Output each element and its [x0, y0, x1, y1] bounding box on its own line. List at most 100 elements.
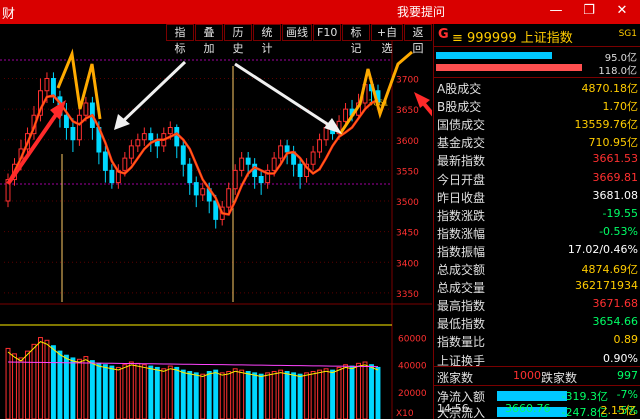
volume-bar: [25, 350, 30, 419]
volume-ma-line: [7, 341, 379, 377]
candle-body: [310, 151, 316, 165]
quote-panel: G ≡ 999999 上证指数 SG1 95.0亿 118.0亿 A股成交 487…: [433, 24, 640, 419]
volume-bar: [330, 369, 336, 419]
stat-label: 指数量比: [437, 335, 486, 350]
breadth-row: 涨家数 1000 跌家数 997: [437, 369, 638, 385]
help-link[interactable]: 我要提问: [397, 3, 445, 20]
volume-bar: [245, 371, 251, 419]
price-tick-label: 3700: [396, 76, 419, 86]
up-count-value: 1000: [513, 369, 541, 382]
quote-header: G ≡ 999999 上证指数 SG1: [434, 24, 640, 46]
candle-body: [70, 127, 76, 141]
volume-bar: [284, 371, 290, 419]
stat-label: B股成交: [437, 100, 482, 115]
candle-body: [148, 133, 154, 141]
candle-body: [278, 145, 284, 159]
candle-body: [317, 139, 323, 153]
volume-bar: [31, 343, 37, 419]
candlestick-chart[interactable]: 3700365036003550350034503400335036616000…: [0, 24, 468, 419]
annotation-arrow-red-right: [418, 97, 468, 156]
volume-bar: [375, 366, 381, 419]
stat-value: 3661.53: [592, 152, 639, 166]
index-code-name[interactable]: ≡ 999999 上证指数: [452, 27, 573, 46]
volume-bar: [271, 371, 277, 419]
sell-volume-value: 118.0亿: [598, 66, 637, 77]
stat-value: 4874.69亿: [581, 263, 639, 276]
sell-volume-bar: [436, 64, 582, 71]
volume-bar: [83, 356, 89, 419]
price-tick-label: 3400: [396, 259, 419, 269]
toolbar-f10-button[interactable]: F10: [313, 24, 341, 41]
toolbar-mark-button[interactable]: 标记: [342, 24, 370, 55]
volume-bar: [109, 365, 115, 419]
tick-time: 14:56: [437, 402, 469, 415]
volume-bar: [200, 373, 206, 419]
stat-value: -0.53%: [599, 224, 638, 238]
minimize-icon[interactable]: —: [547, 2, 565, 20]
app-title: 财: [2, 7, 16, 22]
stat-value: 1.70亿: [602, 100, 639, 114]
volume-bar: [258, 373, 264, 419]
volume-bar: [206, 371, 212, 419]
volume-bar: [226, 371, 232, 419]
candle-body: [128, 145, 134, 159]
stat-row: 最高指数 3671.68: [437, 297, 639, 313]
divider: [434, 46, 640, 47]
stat-label: 基金成交: [437, 136, 486, 151]
annotation-arrow-white-left: [118, 60, 187, 126]
volume-bar: [96, 362, 102, 419]
stat-value: -19.55: [602, 206, 638, 220]
stat-value: 3654.66: [592, 315, 639, 329]
stat-value: 3671.68: [592, 297, 639, 311]
stat-row: 上证换手 0.90%: [437, 352, 638, 368]
volume-bar: [63, 354, 69, 419]
candle-body: [44, 78, 50, 92]
toolbar-overlay-button[interactable]: 叠加: [195, 24, 223, 55]
candle-body: [180, 145, 186, 165]
stat-row: A股成交 4870.18亿: [437, 80, 639, 96]
volume-bar: [317, 369, 323, 419]
volume-tick-label: 60000: [398, 335, 427, 345]
stat-label: 总成交额: [437, 263, 486, 277]
volume-bar: [180, 369, 186, 419]
volume-bar: [187, 371, 193, 419]
volume-bar: [148, 365, 154, 419]
price-tick-label: 3500: [396, 198, 419, 208]
volume-bar: [102, 364, 108, 419]
restore-icon[interactable]: ❐: [580, 2, 598, 20]
candle-body: [271, 157, 277, 171]
toolbar-history-button[interactable]: 历史: [224, 24, 252, 55]
volume-bar: [369, 364, 374, 419]
volume-bar: [356, 362, 361, 419]
candle-body: [297, 163, 303, 177]
price-tick-label: 3550: [396, 167, 419, 177]
toolbar-stats-button[interactable]: 统计: [253, 24, 281, 55]
volume-bar: [50, 345, 56, 419]
toolbar-back-button[interactable]: 返回: [404, 24, 432, 55]
candle-body: [323, 127, 329, 141]
stat-value: 4870.18亿: [581, 82, 639, 95]
volume-bar: [232, 368, 238, 419]
candle-body: [109, 169, 115, 184]
volume-bar: [349, 365, 355, 419]
volume-bar: [362, 361, 368, 419]
stat-row: 国债成交 13559.76亿: [437, 116, 638, 132]
down-count-value: 997: [617, 369, 638, 382]
volume-bar: [213, 369, 219, 419]
toolbar-drawline-button[interactable]: 画线: [282, 24, 312, 41]
candle-body: [135, 139, 141, 147]
close-icon[interactable]: ✕: [613, 2, 631, 20]
toolbar-indicator-button[interactable]: 指标: [166, 24, 194, 55]
volume-bar: [115, 366, 121, 419]
volume-bar: [336, 366, 342, 419]
stat-label: 最低指数: [437, 317, 486, 332]
toolbar-add-watchlist-button[interactable]: +自选: [371, 24, 403, 55]
candle-body: [76, 114, 82, 141]
volume-bar: [12, 353, 17, 419]
volume-bar: [161, 368, 167, 419]
volume-bar: [89, 360, 95, 419]
sg-badge: SG1: [618, 29, 637, 39]
divider: [434, 366, 640, 367]
volume-tick-label: 40000: [398, 362, 427, 372]
chart-area[interactable]: 3700365036003550350034503400335036616000…: [0, 24, 468, 419]
